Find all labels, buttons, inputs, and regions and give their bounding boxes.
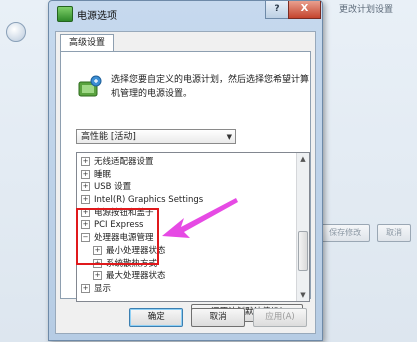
dialog-button-bar: 确定 取消 应用(A) [124, 308, 307, 327]
tree-item-label: 显示 [94, 283, 112, 294]
tree-item-label: 睡眠 [94, 169, 112, 180]
dialog-title: 电源选项 [77, 11, 117, 22]
tree-scrollbar[interactable]: ▲ ▼ [296, 153, 309, 301]
tab-advanced-settings[interactable]: 高级设置 [60, 34, 115, 52]
power-plan-selected: 高性能 [活动] [81, 132, 136, 142]
power-options-icon [57, 6, 73, 22]
dialog-client: 高级设置 选择您要自定义的电源计划，然后选择您希望计算机管理的电源设置。 高性能… [55, 31, 316, 334]
tree-item-usb[interactable]: + USB 设置 [77, 181, 296, 194]
background-cancel-button[interactable]: 取消 [377, 224, 411, 242]
screen: 更改计划设置 保存修改 取消 电源选项 ? X 高级设置 选择您要自定义的电源计… [0, 0, 417, 342]
scroll-thumb[interactable] [298, 231, 308, 271]
power-plan-icon [78, 75, 102, 97]
highlight-box [76, 208, 159, 265]
annotation-arrow-icon [162, 198, 238, 238]
tree-item-label: USB 设置 [94, 182, 132, 193]
intro-text: 选择您要自定义的电源计划，然后选择您希望计算机管理的电源设置。 [111, 75, 310, 99]
help-button[interactable]: ? [265, 1, 289, 19]
power-options-dialog: 电源选项 ? X 高级设置 选择您要自定义的电源计划，然后选择您希望计算机管理的… [48, 0, 323, 341]
ok-button[interactable]: 确定 [129, 308, 184, 327]
close-button[interactable]: X [288, 1, 321, 19]
background-title: 更改计划设置 [338, 5, 393, 15]
power-plan-select[interactable]: 高性能 [活动] ▼ [76, 129, 236, 144]
expand-icon[interactable]: + [81, 283, 90, 293]
tree-item-display[interactable]: + 显示 [77, 283, 296, 296]
expand-icon[interactable]: + [81, 195, 90, 205]
cancel-button[interactable]: 取消 [191, 308, 246, 327]
scroll-down-icon[interactable]: ▼ [297, 289, 309, 301]
expand-icon[interactable]: + [81, 169, 90, 179]
expand-icon[interactable]: + [81, 157, 90, 166]
background-button-bar: 保存修改 取消 [316, 224, 411, 242]
tree-item-label: 最大处理器状态 [106, 271, 166, 282]
tree-item-sleep[interactable]: + 睡眠 [77, 169, 296, 182]
tree-item-label: 无线适配器设置 [94, 157, 154, 167]
back-icon[interactable] [6, 22, 26, 42]
tree-item-max-processor-state[interactable]: + 最大处理器状态 [77, 270, 296, 283]
expand-icon[interactable]: + [93, 271, 102, 281]
title-bar[interactable]: 电源选项 ? X [49, 1, 322, 27]
apply-button[interactable]: 应用(A) [253, 308, 307, 327]
expand-icon[interactable]: + [81, 182, 90, 192]
tree-item-wireless[interactable]: + 无线适配器设置 [77, 156, 296, 169]
scroll-up-icon[interactable]: ▲ [297, 153, 309, 165]
chevron-down-icon: ▼ [226, 133, 232, 141]
background-save-button[interactable]: 保存修改 [320, 224, 371, 242]
